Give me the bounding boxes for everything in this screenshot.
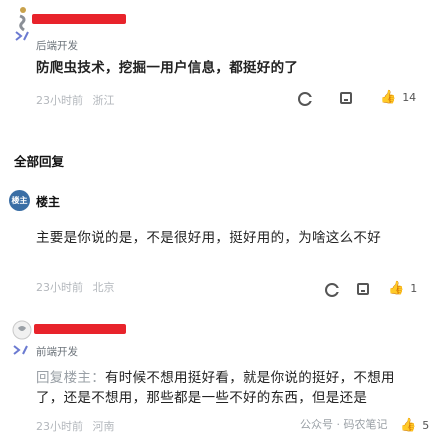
like-count: 14 [402, 91, 417, 104]
comment-location: 浙江 [92, 94, 115, 107]
reply2-time: 23小时前 [36, 420, 83, 433]
reply-button[interactable] [298, 92, 312, 106]
reply2-meta: 23小时前 河南 [36, 418, 115, 434]
reply2-quote-prefix: 回复楼主： [36, 370, 105, 386]
top-comment-avatar[interactable] [12, 4, 34, 48]
op-like-count: 1 [410, 282, 418, 295]
op-like-button[interactable]: 👍 1 [388, 281, 417, 296]
bookmark-button[interactable] [340, 92, 352, 104]
redacted-username [34, 324, 126, 334]
reply2-location: 河南 [92, 420, 115, 433]
op-bookmark-button[interactable] [357, 283, 369, 295]
reply2-like-count: 5 [422, 419, 430, 432]
author-role: 后端开发 [36, 40, 78, 52]
bookmark-icon [340, 92, 352, 104]
avatar-logo-icon [12, 320, 32, 355]
op-time: 23小时前 [36, 281, 83, 294]
watermark: 公众号 · 码农笔记 [300, 418, 388, 431]
thumb-up-icon: 👍 [380, 90, 397, 105]
thumb-up-icon: 👍 [400, 418, 417, 433]
reply2-text: 回复楼主：有时候不想用挺好看，就是你说的挺好，不想用了，还是不想用，那些都是一些… [36, 368, 422, 408]
reply-icon [325, 283, 339, 297]
reply2-like-button[interactable]: 👍 5 [400, 418, 429, 433]
op-meta: 23小时前 北京 [36, 279, 115, 295]
comment-meta: 23小时前 浙江 [36, 92, 115, 108]
section-title: 全部回复 [14, 154, 65, 169]
op-avatar[interactable]: 楼主 [9, 190, 30, 211]
reply-icon [298, 92, 312, 106]
bookmark-icon [357, 283, 369, 295]
thumb-up-icon: 👍 [388, 281, 405, 296]
comment-time: 23小时前 [36, 94, 83, 107]
avatar-logo-icon [15, 7, 29, 41]
redacted-username [32, 14, 126, 24]
op-reply-text: 主要是你说的是，不是很好用，挺好用的，为啥这么不好 [36, 230, 381, 246]
op-avatar-label: 楼主 [11, 196, 28, 205]
like-button[interactable]: 👍 14 [380, 90, 416, 105]
reply2-role: 前端开发 [36, 346, 78, 358]
comment-text: 防爬虫技术，挖掘一用户信息，都挺好的了 [36, 60, 299, 76]
op-name: 楼主 [36, 195, 61, 209]
op-reply-button[interactable] [325, 283, 339, 297]
reply2-avatar[interactable] [10, 318, 34, 362]
op-location: 北京 [92, 281, 115, 294]
